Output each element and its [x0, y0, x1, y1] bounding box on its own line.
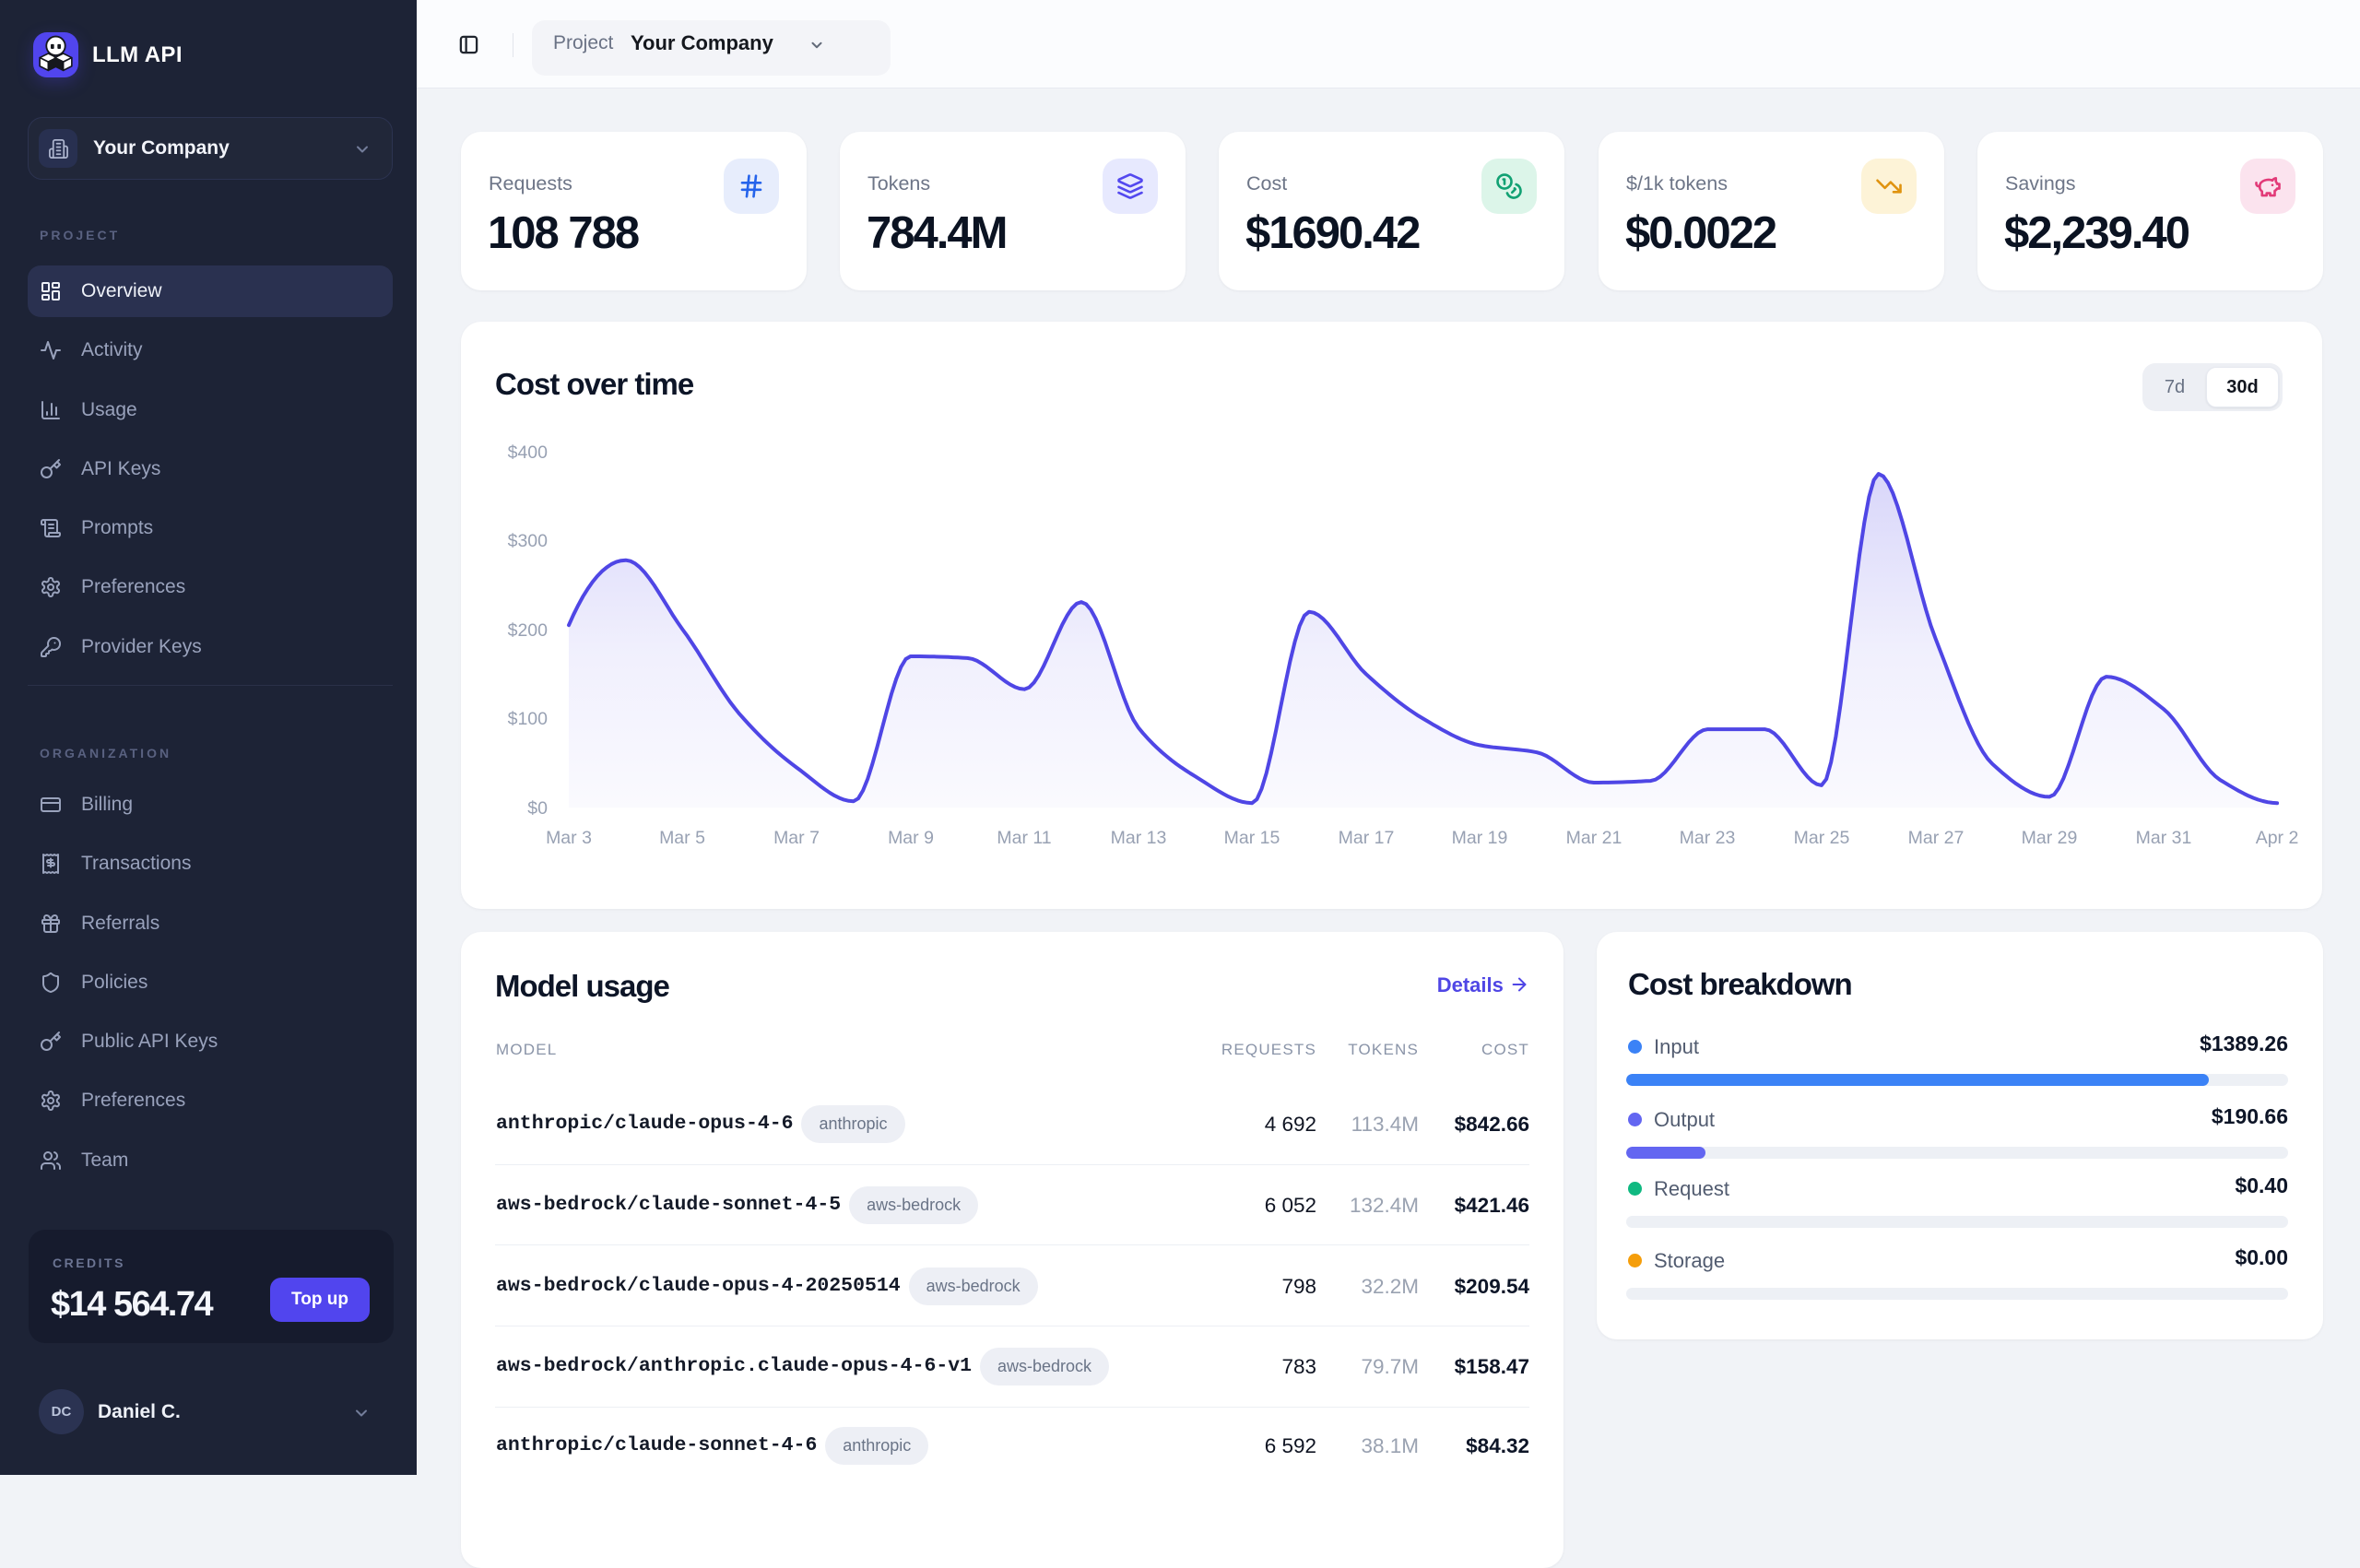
- svg-text:Mar 27: Mar 27: [1908, 828, 1965, 848]
- svg-text:Mar 3: Mar 3: [546, 828, 592, 848]
- svg-text:$100: $100: [508, 709, 549, 729]
- svg-text:$0: $0: [527, 798, 548, 819]
- svg-text:Mar 19: Mar 19: [1452, 828, 1508, 848]
- svg-text:$300: $300: [508, 531, 549, 551]
- svg-text:Mar 11: Mar 11: [997, 828, 1051, 848]
- svg-text:$400: $400: [508, 442, 549, 463]
- svg-text:Mar 13: Mar 13: [1111, 828, 1167, 848]
- svg-text:Mar 7: Mar 7: [773, 828, 820, 848]
- svg-text:Mar 5: Mar 5: [659, 828, 705, 848]
- svg-text:$200: $200: [508, 620, 549, 641]
- svg-text:Mar 31: Mar 31: [2136, 828, 2192, 848]
- svg-text:Mar 21: Mar 21: [1566, 828, 1622, 848]
- svg-text:Apr 2: Apr 2: [2256, 828, 2299, 848]
- svg-text:Mar 17: Mar 17: [1339, 828, 1395, 848]
- svg-text:Mar 25: Mar 25: [1794, 828, 1850, 848]
- svg-text:Mar 9: Mar 9: [888, 828, 934, 848]
- svg-text:Mar 15: Mar 15: [1224, 828, 1280, 848]
- svg-text:Mar 23: Mar 23: [1680, 828, 1736, 848]
- svg-text:Mar 29: Mar 29: [2022, 828, 2078, 848]
